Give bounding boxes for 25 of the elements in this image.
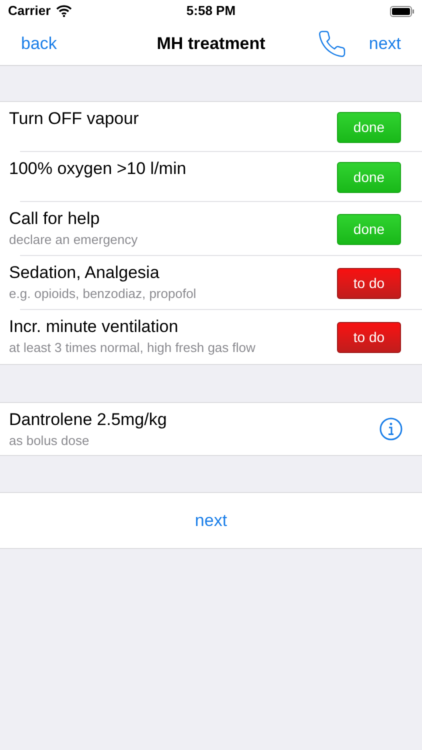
step-title: Turn OFF vapour: [9, 108, 140, 130]
battery-icon: [390, 6, 414, 16]
step-title: 100% oxygen >10 l/min: [9, 158, 188, 180]
screen-title: MH treatment: [156, 32, 266, 55]
step-title: Call for help: [9, 208, 101, 230]
step-subtitle: declare an emergency: [9, 231, 139, 249]
step-title: Sedation, Analgesia: [9, 262, 160, 284]
back-button[interactable]: back: [21, 30, 57, 56]
drug-title: Dantrolene 2.5mg/kg: [9, 409, 168, 431]
status-button[interactable]: done: [337, 214, 401, 244]
status-button[interactable]: to do: [337, 322, 401, 352]
status-button[interactable]: done: [337, 112, 401, 142]
clock-label: 5:58 PM: [186, 2, 236, 20]
drug-subtitle: as bolus dose: [9, 432, 90, 450]
carrier-label: Carrier: [8, 2, 51, 20]
info-icon[interactable]: [379, 417, 403, 441]
phone-icon[interactable]: [316, 28, 347, 58]
status-button[interactable]: to do: [337, 268, 401, 298]
next-button[interactable]: next: [0, 492, 422, 549]
step-subtitle: e.g. opioids, benzodiaz, propofol: [9, 285, 198, 303]
wifi-icon: [56, 5, 72, 17]
step-title: Incr. minute ventilation: [9, 316, 180, 338]
next-nav-button[interactable]: next: [368, 30, 401, 56]
status-button[interactable]: done: [337, 162, 401, 192]
step-subtitle: at least 3 times normal, high fresh gas flow: [9, 339, 256, 357]
